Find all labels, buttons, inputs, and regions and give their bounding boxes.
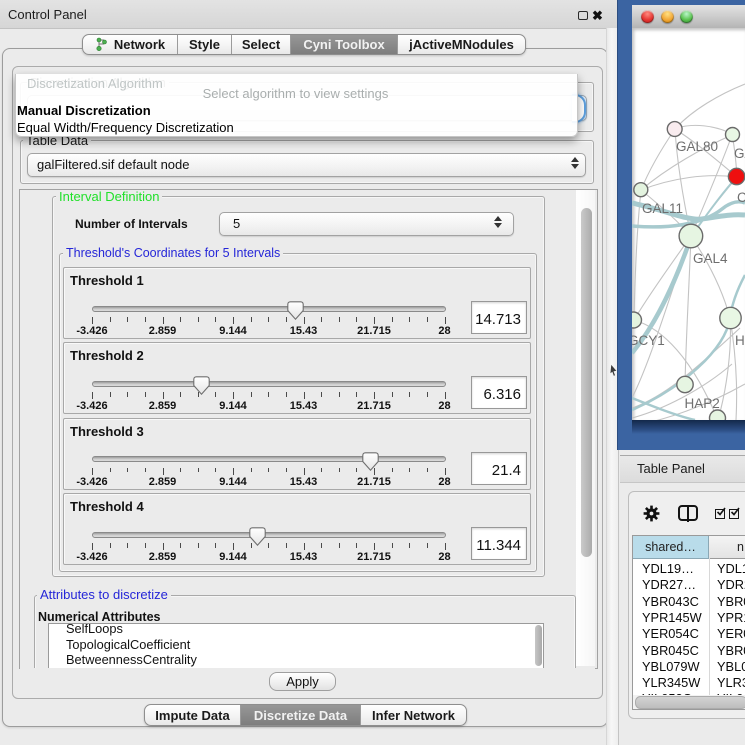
svg-text:GAL11: GAL11: [642, 201, 683, 216]
svg-text:GAL4: GAL4: [693, 251, 728, 266]
svg-text:HAP2: HAP2: [685, 396, 720, 411]
svg-text:GAL80: GAL80: [676, 139, 718, 154]
svg-text:C: C: [737, 190, 745, 205]
svg-text:H: H: [735, 333, 745, 348]
svg-text:GA: GA: [734, 146, 745, 161]
svg-text:GCY1: GCY1: [632, 333, 665, 348]
